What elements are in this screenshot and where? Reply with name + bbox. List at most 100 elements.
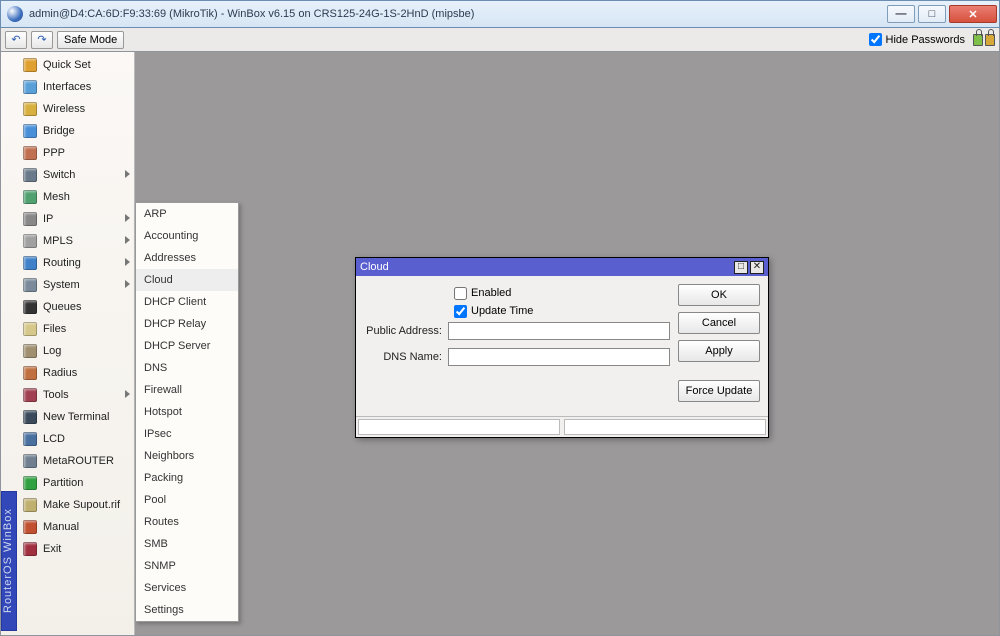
sidebar-item-label: Bridge	[43, 125, 75, 137]
sidebar-item-label: Mesh	[43, 191, 70, 203]
status-cell-left	[358, 419, 560, 435]
sidebar-item-label: IP	[43, 213, 53, 225]
sidebar-item-queues[interactable]: Queues	[19, 296, 134, 318]
submenu-item-label: DNS	[144, 362, 167, 374]
submenu-item-hotspot[interactable]: Hotspot	[136, 401, 238, 423]
submenu-item-label: Routes	[144, 516, 179, 528]
submenu-arrow-icon	[125, 170, 130, 178]
sidebar-item-label: Interfaces	[43, 81, 91, 93]
tools-icon	[23, 388, 37, 402]
hide-passwords-checkbox[interactable]	[869, 33, 882, 46]
sidebar-item-ip[interactable]: IP	[19, 208, 134, 230]
safe-mode-button[interactable]: Safe Mode	[57, 31, 124, 49]
submenu-item-label: Cloud	[144, 274, 173, 286]
submenu-item-label: Addresses	[144, 252, 196, 264]
lock-green-icon	[973, 34, 983, 46]
redo-button[interactable]: ↷	[31, 31, 53, 49]
status-cell-right	[564, 419, 766, 435]
sidebar-item-files[interactable]: Files	[19, 318, 134, 340]
switch-icon	[23, 168, 37, 182]
sidebar-item-label: Exit	[43, 543, 61, 555]
sidebar-item-label: Log	[43, 345, 61, 357]
submenu-item-neighbors[interactable]: Neighbors	[136, 445, 238, 467]
submenu-arrow-icon	[125, 236, 130, 244]
submenu-item-addresses[interactable]: Addresses	[136, 247, 238, 269]
sidebar-item-quick-set[interactable]: Quick Set	[19, 54, 134, 76]
apply-button[interactable]: Apply	[678, 340, 760, 362]
lock-orange-icon	[985, 34, 995, 46]
sidebar-item-make-supout-rif[interactable]: Make Supout.rif	[19, 494, 134, 516]
redo-icon: ↷	[37, 33, 46, 46]
hide-passwords-toggle[interactable]: Hide Passwords	[869, 33, 965, 46]
submenu-item-pool[interactable]: Pool	[136, 489, 238, 511]
sidebar-item-mpls[interactable]: MPLS	[19, 230, 134, 252]
enabled-label: Enabled	[471, 287, 511, 299]
minimize-button[interactable]: —	[887, 5, 915, 23]
update-time-checkbox[interactable]	[454, 305, 467, 318]
interfaces-icon	[23, 80, 37, 94]
dialog-titlebar[interactable]: Cloud □ ✕	[356, 258, 768, 276]
submenu-item-label: Hotspot	[144, 406, 182, 418]
submenu-item-snmp[interactable]: SNMP	[136, 555, 238, 577]
sidebar-item-interfaces[interactable]: Interfaces	[19, 76, 134, 98]
ok-button[interactable]: OK	[678, 284, 760, 306]
sidebar-item-ppp[interactable]: PPP	[19, 142, 134, 164]
force-update-button[interactable]: Force Update	[678, 380, 760, 402]
ip-icon	[23, 212, 37, 226]
sidebar-item-label: Partition	[43, 477, 83, 489]
dialog-title: Cloud	[360, 261, 389, 273]
sidebar-item-label: Manual	[43, 521, 79, 533]
submenu-item-packing[interactable]: Packing	[136, 467, 238, 489]
lcd-icon	[23, 432, 37, 446]
submenu-item-smb[interactable]: SMB	[136, 533, 238, 555]
close-button[interactable]: ✕	[949, 5, 997, 23]
sidebar-item-label: MPLS	[43, 235, 73, 247]
sidebar-item-manual[interactable]: Manual	[19, 516, 134, 538]
public-address-input[interactable]	[448, 322, 670, 340]
sidebar-item-metarouter[interactable]: MetaROUTER	[19, 450, 134, 472]
dialog-close-button[interactable]: ✕	[750, 261, 764, 274]
undo-button[interactable]: ↶	[5, 31, 27, 49]
window-title: admin@D4:CA:6D:F9:33:69 (MikroTik) - Win…	[29, 8, 887, 20]
submenu-item-cloud[interactable]: Cloud	[136, 269, 238, 291]
sidebar-item-system[interactable]: System	[19, 274, 134, 296]
submenu-item-services[interactable]: Services	[136, 577, 238, 599]
ppp-icon	[23, 146, 37, 160]
sidebar: RouterOS WinBox Quick SetInterfacesWirel…	[1, 52, 135, 635]
submenu-item-label: IPsec	[144, 428, 172, 440]
sidebar-item-routing[interactable]: Routing	[19, 252, 134, 274]
enabled-checkbox[interactable]	[454, 287, 467, 300]
log-icon	[23, 344, 37, 358]
cancel-button[interactable]: Cancel	[678, 312, 760, 334]
submenu-item-label: SMB	[144, 538, 168, 550]
sidebar-item-mesh[interactable]: Mesh	[19, 186, 134, 208]
sidebar-item-new-terminal[interactable]: New Terminal	[19, 406, 134, 428]
sidebar-item-switch[interactable]: Switch	[19, 164, 134, 186]
submenu-item-routes[interactable]: Routes	[136, 511, 238, 533]
sidebar-item-bridge[interactable]: Bridge	[19, 120, 134, 142]
update-time-label: Update Time	[471, 305, 533, 317]
sidebar-item-tools[interactable]: Tools	[19, 384, 134, 406]
submenu-item-arp[interactable]: ARP	[136, 203, 238, 225]
sidebar-item-partition[interactable]: Partition	[19, 472, 134, 494]
submenu-item-dns[interactable]: DNS	[136, 357, 238, 379]
sidebar-item-exit[interactable]: Exit	[19, 538, 134, 560]
sidebar-item-log[interactable]: Log	[19, 340, 134, 362]
submenu-item-dhcp-client[interactable]: DHCP Client	[136, 291, 238, 313]
dns-name-input[interactable]	[448, 348, 670, 366]
supout-icon	[23, 498, 37, 512]
submenu-item-accounting[interactable]: Accounting	[136, 225, 238, 247]
submenu-item-firewall[interactable]: Firewall	[136, 379, 238, 401]
submenu-arrow-icon	[125, 280, 130, 288]
sidebar-item-radius[interactable]: Radius	[19, 362, 134, 384]
sidebar-item-wireless[interactable]: Wireless	[19, 98, 134, 120]
submenu-item-ipsec[interactable]: IPsec	[136, 423, 238, 445]
wand-icon	[23, 58, 37, 72]
sidebar-item-lcd[interactable]: LCD	[19, 428, 134, 450]
dialog-maximize-button[interactable]: □	[734, 261, 748, 274]
submenu-item-settings[interactable]: Settings	[136, 599, 238, 621]
sidebar-item-label: Radius	[43, 367, 77, 379]
submenu-item-dhcp-relay[interactable]: DHCP Relay	[136, 313, 238, 335]
maximize-button[interactable]: □	[918, 5, 946, 23]
submenu-item-dhcp-server[interactable]: DHCP Server	[136, 335, 238, 357]
